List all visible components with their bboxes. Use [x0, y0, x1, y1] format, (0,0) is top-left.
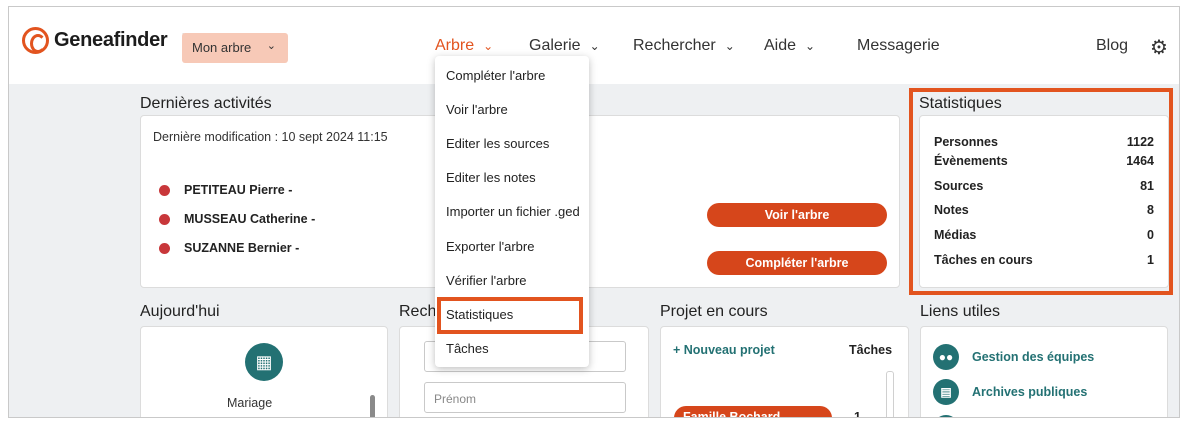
geneafinder-logo-icon: [22, 27, 49, 54]
view-tree-button[interactable]: Voir l'arbre: [707, 203, 887, 227]
nav-blog[interactable]: Blog: [1096, 37, 1128, 55]
statistics-highlight-box: [909, 88, 1173, 295]
person-dot-icon: [159, 242, 170, 254]
chevron-down-icon: ⌄: [724, 39, 735, 53]
project-family-button[interactable]: Famille Bochard: [674, 406, 832, 417]
link-team-management[interactable]: ●● Gestion des équipes: [933, 344, 1094, 370]
recent-person[interactable]: SUZANNE Bernier -: [159, 241, 299, 255]
nav-messagerie-label: Messagerie: [857, 37, 940, 54]
nav-rechercher[interactable]: Rechercher ⌄: [633, 37, 735, 55]
nav-galerie-label: Galerie: [529, 37, 581, 54]
project-task-count: 1: [854, 410, 861, 418]
menu-item-view-tree[interactable]: Voir l'arbre: [446, 102, 508, 117]
today-scrollbar[interactable]: [370, 395, 375, 417]
chevron-down-icon: ⌄: [805, 39, 816, 53]
firstname-input[interactable]: Prénom: [424, 382, 626, 413]
today-event-label: Mariage: [227, 396, 273, 410]
menu-item-import-ged[interactable]: Importer un fichier .ged: [446, 204, 580, 219]
chevron-down-icon: ⌄: [483, 39, 494, 53]
top-navigation-bar: Geneafinder | Mon arbre ⌄ Arbre ⌄ Galeri…: [9, 7, 1179, 84]
menu-item-edit-sources[interactable]: Editer les sources: [446, 136, 549, 151]
nav-rechercher-label: Rechercher: [633, 37, 716, 54]
person-name: PETITEAU Pierre -: [184, 183, 293, 197]
logo[interactable]: Geneafinder |: [22, 27, 186, 54]
link-icon: [933, 415, 959, 417]
chevron-down-icon: ⌄: [589, 39, 600, 53]
gear-icon[interactable]: ⚙: [1150, 35, 1168, 60]
link-label: Archives publiques: [972, 385, 1088, 399]
tasks-column-header: Tâches: [849, 343, 893, 357]
useful-links-title: Liens utiles: [920, 303, 1001, 320]
recent-person[interactable]: MUSSEAU Catherine -: [159, 212, 315, 226]
person-dot-icon: [159, 184, 170, 196]
nav-arbre-label: Arbre: [435, 37, 475, 54]
calendar-icon: ▦: [245, 343, 283, 381]
chevron-down-icon: ⌄: [266, 40, 276, 52]
link-label: Gestion des équipes: [972, 350, 1095, 364]
recent-person[interactable]: PETITEAU Pierre -: [159, 183, 292, 197]
activities-title: Dernières activités: [140, 95, 272, 112]
person-name: MUSSEAU Catherine -: [184, 212, 316, 226]
link-more[interactable]: [933, 415, 972, 417]
menu-item-check-tree[interactable]: Vérifier l'arbre: [446, 273, 527, 288]
today-card: ▦ Mariage: [140, 326, 388, 417]
menu-item-edit-notes[interactable]: Editer les notes: [446, 170, 536, 185]
useful-links-card: ●● Gestion des équipes ▤ Archives publiq…: [920, 326, 1168, 417]
tree-selector-dropdown[interactable]: Mon arbre ⌄: [182, 33, 288, 63]
complete-tree-button[interactable]: Compléter l'arbre: [707, 251, 887, 275]
nav-messagerie[interactable]: Messagerie: [857, 37, 940, 55]
last-modified-text: Dernière modification : 10 sept 2024 11:…: [153, 130, 388, 144]
person-dot-icon: [159, 213, 170, 225]
tree-selector-label: Mon arbre: [192, 40, 252, 55]
nav-aide[interactable]: Aide ⌄: [764, 37, 815, 55]
archive-icon: ▤: [933, 379, 959, 405]
nav-arbre[interactable]: Arbre ⌄: [435, 37, 493, 55]
project-scrollbar[interactable]: [886, 371, 894, 417]
project-title: Projet en cours: [660, 303, 768, 320]
statistics-menu-highlight-box: [437, 297, 583, 334]
today-title: Aujourd'hui: [140, 303, 220, 320]
nav-aide-label: Aide: [764, 37, 797, 54]
link-public-archives[interactable]: ▤ Archives publiques: [933, 379, 1087, 405]
menu-item-tasks[interactable]: Tâches: [446, 341, 489, 356]
logo-text: Geneafinder: [54, 29, 168, 51]
nav-galerie[interactable]: Galerie ⌄: [529, 37, 600, 55]
search-title: Rech: [399, 303, 437, 320]
new-project-link[interactable]: + Nouveau projet: [673, 343, 775, 357]
browser-viewport: Geneafinder | Mon arbre ⌄ Arbre ⌄ Galeri…: [8, 6, 1180, 418]
project-card: + Nouveau projet Tâches Famille Bochard …: [660, 326, 909, 418]
menu-item-export-tree[interactable]: Exporter l'arbre: [446, 239, 534, 254]
person-name: SUZANNE Bernier -: [184, 241, 300, 255]
users-icon: ●●: [933, 344, 959, 370]
menu-item-complete-tree[interactable]: Compléter l'arbre: [446, 68, 545, 83]
